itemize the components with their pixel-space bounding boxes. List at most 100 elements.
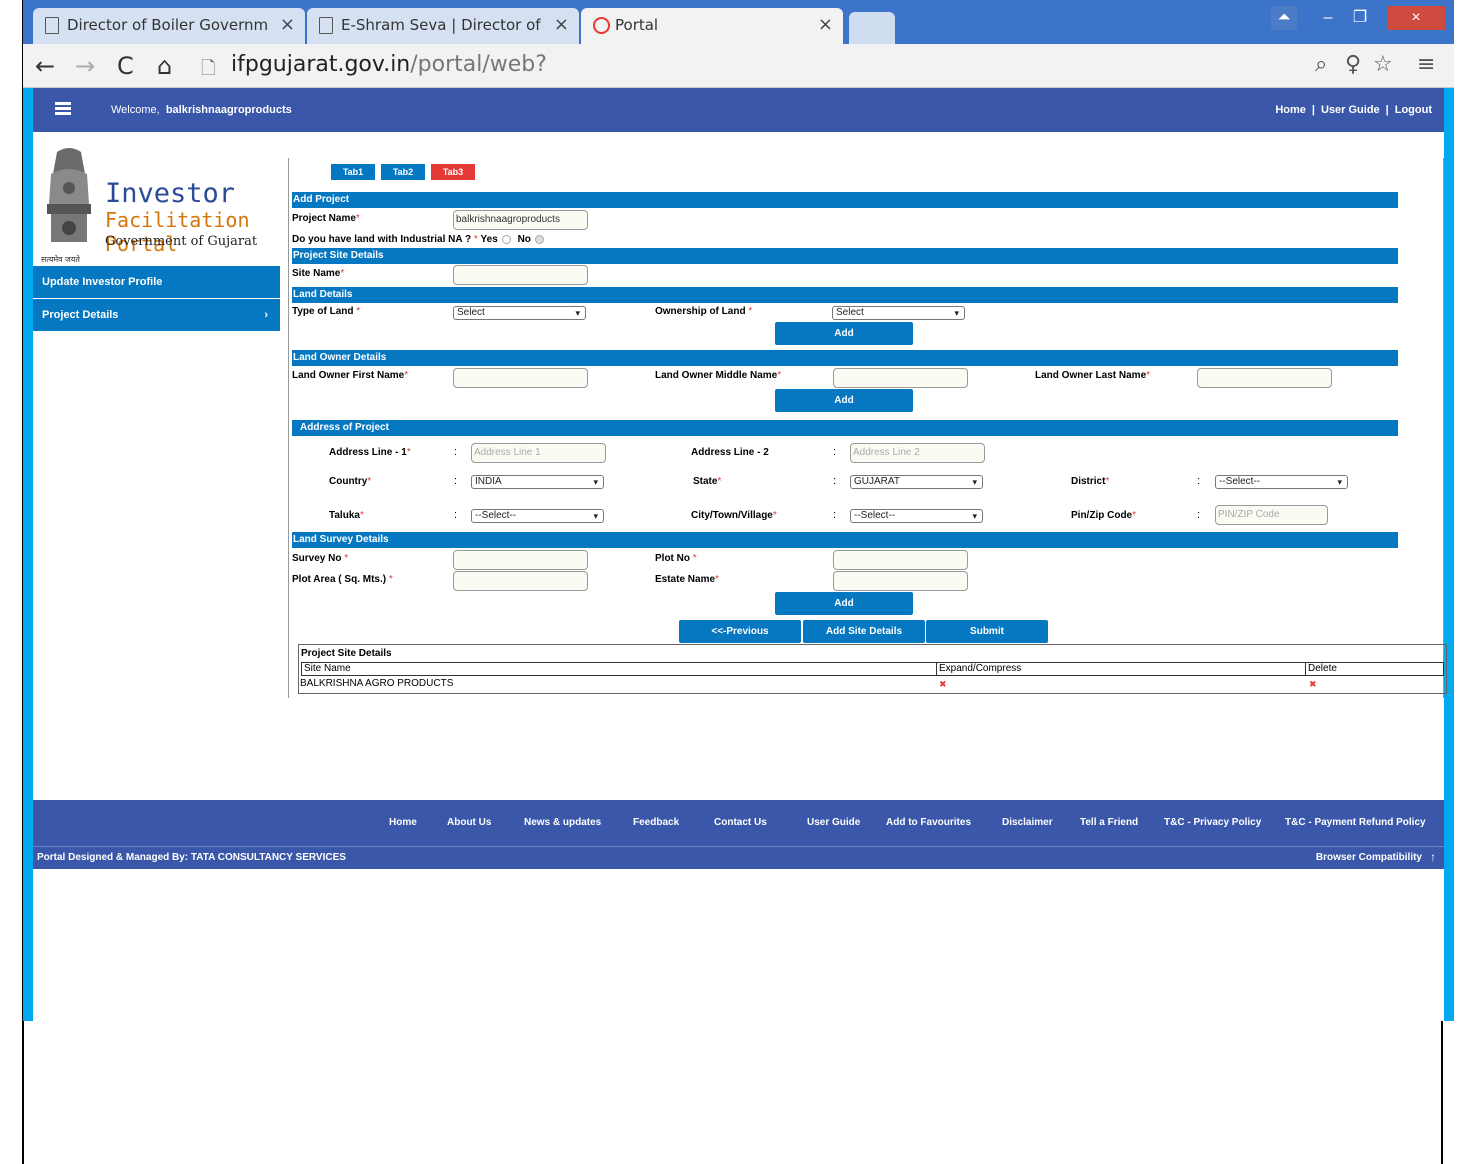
colon: : — [833, 446, 837, 458]
submit-button[interactable]: Submit — [926, 620, 1048, 643]
browser-tab-1[interactable]: Director of Boiler Governm × — [33, 8, 305, 44]
zoom-icon[interactable]: ⌕ — [1315, 52, 1327, 77]
footer-link-user-guide[interactable]: User Guide — [807, 817, 860, 828]
footer-link-refund[interactable]: T&C - Payment Refund Policy — [1285, 817, 1426, 828]
url-host: ifpgujarat.gov.in — [231, 52, 411, 77]
footer-link-favourites[interactable]: Add to Favourites — [886, 817, 971, 828]
no-label: No — [517, 234, 531, 245]
footer-link-news[interactable]: News & updates — [524, 817, 601, 828]
bookmark-star-icon[interactable]: ☆ — [1373, 52, 1393, 77]
portal-logo[interactable]: Investor Facilitation Portal Government … — [33, 144, 280, 266]
tab-1[interactable]: Tab1 — [331, 164, 375, 180]
previous-button[interactable]: <<-Previous — [679, 620, 801, 643]
table-title: Project Site Details — [301, 648, 392, 659]
yes-radio[interactable] — [501, 234, 511, 244]
project-name-input[interactable]: balkrishnaagroproducts — [453, 210, 588, 230]
document-icon — [319, 17, 333, 34]
arrow-up-icon[interactable]: ↑ — [1430, 850, 1436, 864]
add-site-details-button[interactable]: Add Site Details — [803, 620, 925, 643]
footer-link-feedback[interactable]: Feedback — [633, 817, 679, 828]
browser-tab-2[interactable]: E-Shram Seva | Director of × — [307, 8, 579, 44]
tab-2[interactable]: Tab2 — [381, 164, 425, 180]
user-guide-link[interactable]: User Guide — [1321, 104, 1380, 116]
add-owner-button[interactable]: Add — [775, 389, 913, 412]
city-select[interactable]: --Select-- — [850, 509, 983, 523]
add-land-button[interactable]: Add — [775, 322, 913, 345]
profile-icon[interactable]: ⏶ — [1271, 6, 1297, 30]
country-select[interactable]: INDIA — [471, 475, 604, 489]
district-select[interactable]: --Select-- — [1215, 475, 1348, 489]
address2-input[interactable]: Address Line 2 — [850, 443, 985, 463]
column-header-site-name: Site Name — [301, 662, 937, 676]
plot-area-input[interactable] — [453, 571, 588, 591]
type-of-land-select[interactable]: Select — [453, 306, 586, 320]
forward-icon[interactable]: → — [75, 52, 95, 80]
browser-titlebar: Director of Boiler Governm × E-Shram Sev… — [23, 0, 1454, 44]
colon: : — [1197, 509, 1201, 521]
browser-tab-title: Director of Boiler Governm — [67, 16, 269, 34]
owner-last-name-label: Land Owner Last Name* — [1035, 370, 1151, 381]
close-tab-icon[interactable]: × — [280, 14, 295, 35]
label-text: State — [693, 476, 718, 487]
delete-icon[interactable]: ✖ — [1309, 679, 1317, 690]
logout-link[interactable]: Logout — [1395, 104, 1432, 116]
site-name-label: Site Name* — [292, 268, 345, 279]
url-path: /portal/web? — [410, 52, 547, 77]
footer-link-disclaimer[interactable]: Disclaimer — [1002, 817, 1053, 828]
owner-first-name-input[interactable] — [453, 368, 588, 388]
survey-no-input[interactable] — [453, 550, 588, 570]
maximize-icon[interactable]: ❐ — [1345, 6, 1375, 30]
owner-middle-name-input[interactable] — [833, 368, 968, 388]
welcome-text: Welcome, balkrishnaagroproducts — [111, 104, 292, 116]
tab-3[interactable]: Tab3 — [431, 164, 475, 180]
state-select[interactable]: GUJARAT — [850, 475, 983, 489]
form-tabs: Tab1 Tab2 Tab3 — [331, 162, 481, 180]
close-tab-icon[interactable]: × — [554, 14, 569, 35]
colon: : — [1197, 475, 1201, 487]
address1-input[interactable]: Address Line 1 — [471, 443, 606, 463]
section-add-project: Add Project — [292, 192, 1398, 208]
browser-toolbar: ← → C ⌂ 🗋 ifpgujarat.gov.in/portal/web? … — [23, 44, 1454, 88]
close-tab-icon[interactable]: × — [818, 14, 833, 35]
close-window-icon[interactable]: × — [1387, 6, 1445, 30]
footer-link-tell-friend[interactable]: Tell a Friend — [1080, 817, 1138, 828]
browser-compatibility-link[interactable]: Browser Compatibility — [1316, 852, 1422, 863]
label-text: Do you have land with Industrial NA ? — [292, 234, 472, 245]
hamburger-menu-icon[interactable] — [55, 102, 71, 115]
pin-input[interactable]: PIN/ZIP Code — [1215, 505, 1328, 525]
header-links: Home | User Guide | Logout — [1275, 104, 1432, 116]
plot-no-input[interactable] — [833, 550, 968, 570]
footer-link-home[interactable]: Home — [389, 817, 417, 828]
ownership-select[interactable]: Select — [832, 306, 965, 320]
ownership-label: Ownership of Land * — [655, 306, 753, 317]
city-label: City/Town/Village* — [691, 510, 777, 521]
taluka-select[interactable]: --Select-- — [471, 509, 604, 523]
owner-last-name-input[interactable] — [1197, 368, 1332, 388]
expand-icon[interactable]: ✖ — [939, 679, 947, 690]
new-tab-button[interactable] — [849, 12, 895, 44]
address2-label: Address Line - 2 — [691, 447, 769, 458]
address-bar[interactable]: ifpgujarat.gov.in/portal/web? — [231, 52, 547, 77]
minimize-icon[interactable]: ‒ — [1313, 6, 1343, 30]
no-radio[interactable] — [534, 234, 544, 244]
back-icon[interactable]: ← — [35, 52, 55, 80]
sidebar-item-project-details[interactable]: Project Details › — [33, 299, 280, 332]
pin-label: Pin/Zip Code* — [1071, 510, 1137, 521]
label-text: Land Owner Middle Name — [655, 370, 778, 381]
estate-name-input[interactable] — [833, 571, 968, 591]
sidebar-item-update-profile[interactable]: Update Investor Profile — [33, 266, 280, 299]
browser-tab-3[interactable]: Portal × — [581, 8, 843, 44]
footer-link-contact[interactable]: Contact Us — [714, 817, 767, 828]
label-text: Land Owner Last Name — [1035, 370, 1147, 381]
owner-middle-name-label: Land Owner Middle Name* — [655, 370, 782, 381]
home-icon[interactable]: ⌂ — [157, 52, 172, 80]
footer-link-about[interactable]: About Us — [447, 817, 491, 828]
menu-icon[interactable]: ≡ — [1417, 52, 1435, 77]
key-icon[interactable]: ♀ — [1345, 52, 1361, 77]
site-name-input[interactable] — [453, 265, 588, 285]
add-survey-button[interactable]: Add — [775, 592, 913, 615]
home-link[interactable]: Home — [1275, 104, 1306, 116]
footer-link-privacy[interactable]: T&C - Privacy Policy — [1164, 817, 1261, 828]
reload-icon[interactable]: C — [117, 52, 134, 80]
sidebar: Update Investor Profile Project Details … — [33, 266, 280, 332]
